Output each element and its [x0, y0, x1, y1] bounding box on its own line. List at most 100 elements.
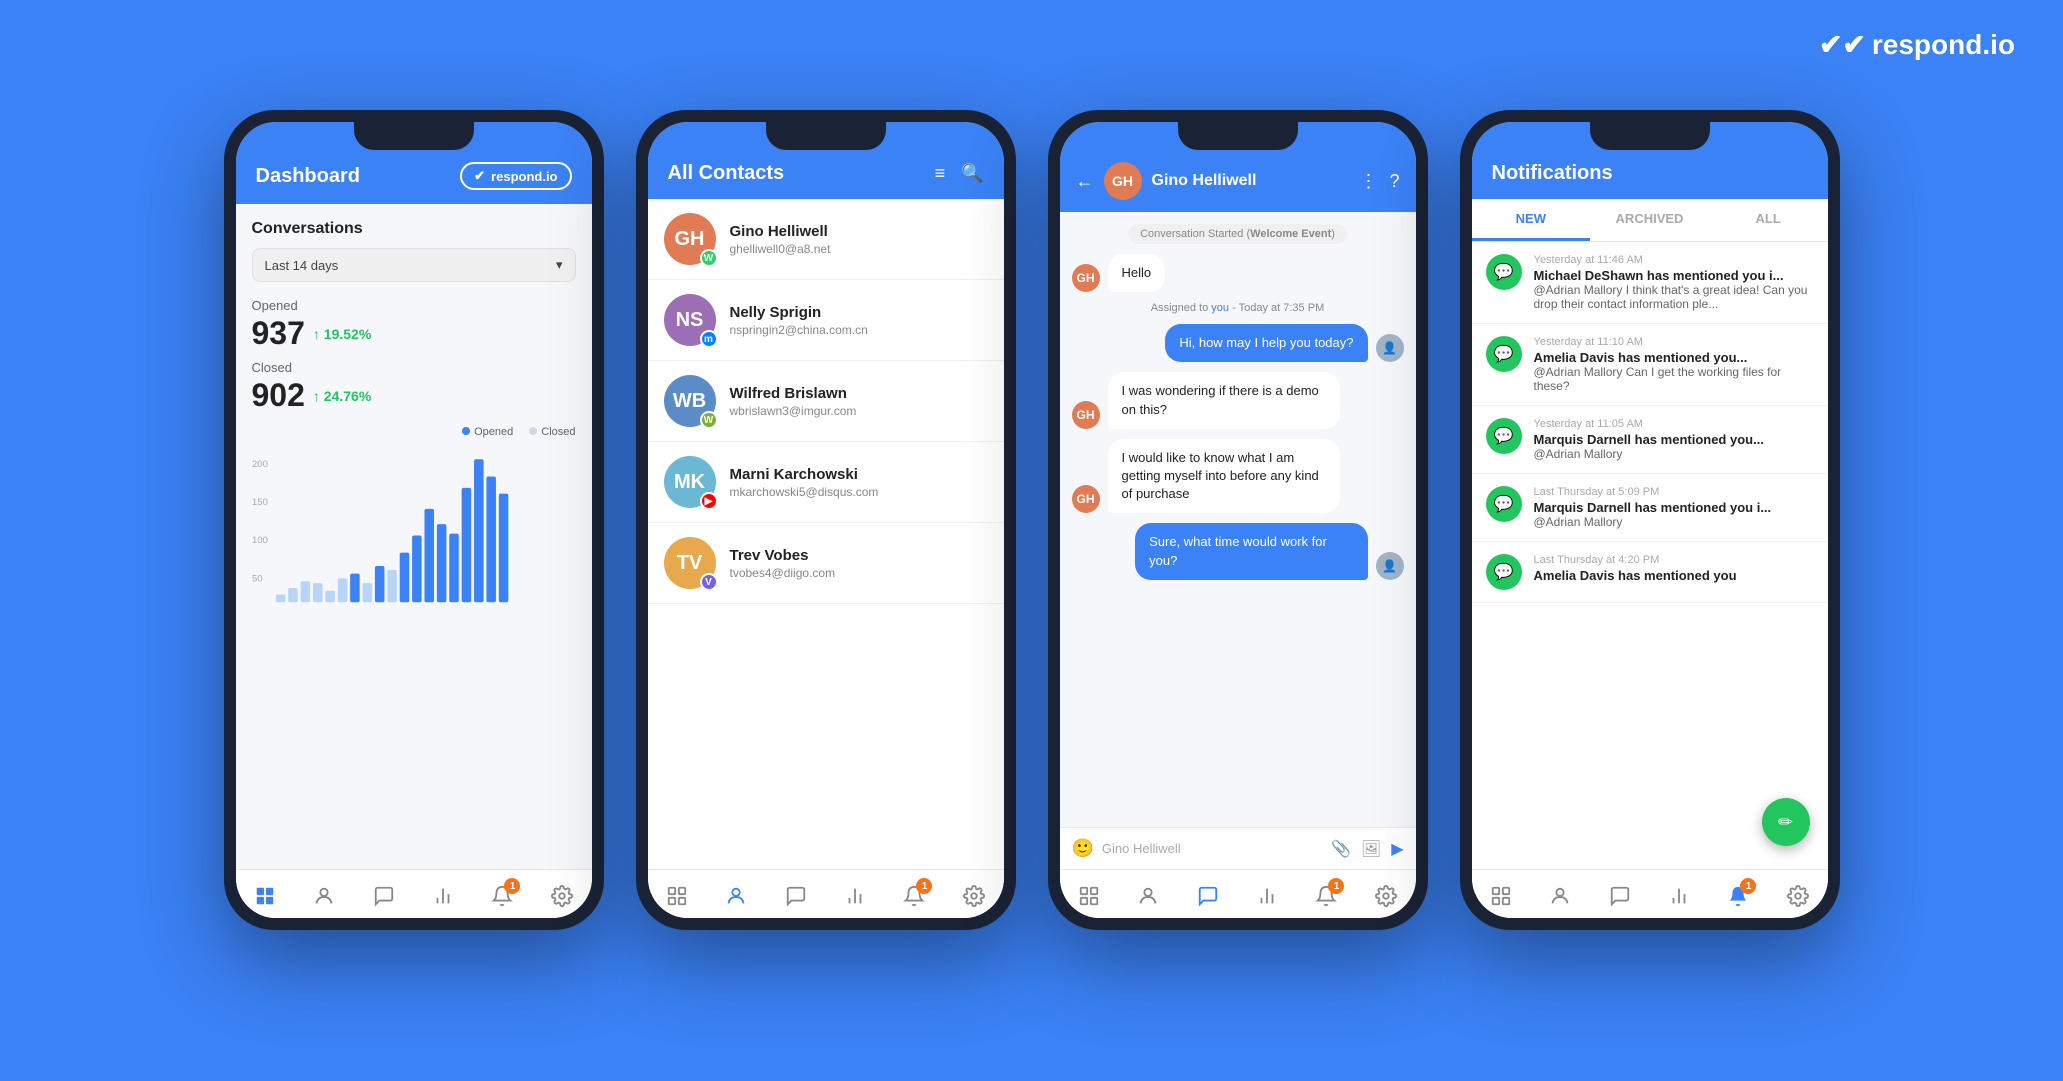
contact-item[interactable]: MK ▶ Marni Karchowski mkarchowski5@disqu… [648, 442, 1004, 523]
notif-item-2[interactable]: 💬 Yesterday at 11:10 AM Amelia Davis has… [1472, 324, 1828, 406]
emoji-icon[interactable]: 🙂 [1072, 838, 1094, 859]
send-icon[interactable]: ▶ [1391, 839, 1403, 859]
msg-help: Hi, how may I help you today? 👤 [1072, 324, 1404, 362]
tab-new[interactable]: NEW [1472, 199, 1591, 241]
filter-icon[interactable]: ≡ [935, 163, 946, 184]
notif-icon-4: 💬 [1486, 486, 1522, 522]
dashboard-body: Conversations Last 14 days ▾ Opened 937 … [236, 204, 592, 869]
nav-settings-icon-4[interactable] [1784, 882, 1812, 910]
contact-info-marni: Marni Karchowski mkarchowski5@disqus.com [730, 466, 988, 499]
chat-nav: 1 [1060, 869, 1416, 918]
notif-icon-2: 💬 [1486, 336, 1522, 372]
nav-messages-icon[interactable] [370, 882, 398, 910]
notifications-title: Notifications [1492, 162, 1613, 184]
nav-notifications-icon[interactable]: 1 [488, 882, 516, 910]
nav-settings-icon-2[interactable] [960, 882, 988, 910]
nav-stats-icon-3[interactable] [1253, 882, 1281, 910]
nav-dashboard-icon-2[interactable] [663, 882, 691, 910]
chevron-down-icon: ▾ [556, 257, 563, 273]
nav-stats-icon-4[interactable] [1665, 882, 1693, 910]
notifications-nav: 1 [1472, 869, 1828, 918]
msg-purchase: GH I would like to know what I am gettin… [1072, 439, 1404, 514]
dashboard-brand-badge: ✔ respond.io [460, 162, 571, 190]
contact-item[interactable]: NS m Nelly Sprigin nspringin2@china.com.… [648, 280, 1004, 361]
notif-icon-3: 💬 [1486, 418, 1522, 454]
notif-icon-1: 💬 [1486, 254, 1522, 290]
back-icon[interactable]: ← [1076, 171, 1094, 192]
nav-notifications-icon-3[interactable]: 1 [1312, 882, 1340, 910]
tab-archived[interactable]: ARCHIVED [1590, 199, 1709, 241]
notif-item-1[interactable]: 💬 Yesterday at 11:46 AM Michael DeShawn … [1472, 242, 1828, 324]
help-icon[interactable]: ? [1389, 171, 1399, 192]
system-msg-welcome: Conversation Started (Welcome Event) [1128, 224, 1347, 244]
notif-text-3: Yesterday at 11:05 AM Marquis Darnell ha… [1534, 418, 1814, 461]
nav-messages-icon-4[interactable] [1606, 882, 1634, 910]
nav-settings-icon[interactable] [548, 882, 576, 910]
nav-messages-icon-2[interactable] [782, 882, 810, 910]
closed-stat: Closed 902 ↑ 24.76% [252, 360, 576, 414]
nav-contacts-icon[interactable] [310, 882, 338, 910]
notif-item-5[interactable]: 💬 Last Thursday at 4:20 PM Amelia Davis … [1472, 542, 1828, 603]
contact-item[interactable]: TV V Trev Vobes tvobes4@diigo.com [648, 523, 1004, 604]
brand-logo: ✔✔ respond.io [1819, 28, 2015, 61]
nav-notifications-icon-4[interactable]: 1 [1724, 882, 1752, 910]
contacts-title: All Contacts [668, 162, 785, 185]
closed-change: ↑ 24.76% [313, 388, 371, 404]
notif-text-1: Yesterday at 11:46 AM Michael DeShawn ha… [1534, 254, 1814, 311]
nav-stats-icon[interactable] [429, 882, 457, 910]
contact-item[interactable]: WB W Wilfred Brislawn wbrislawn3@imgur.c… [648, 361, 1004, 442]
closed-value: 902 [252, 377, 305, 414]
contact-info-trev: Trev Vobes tvobes4@diigo.com [730, 547, 988, 580]
chat-header-icons: ⋮ ? [1359, 171, 1399, 192]
tab-all[interactable]: ALL [1709, 199, 1828, 241]
search-icon[interactable]: 🔍 [961, 163, 983, 184]
notification-tabs: NEW ARCHIVED ALL [1472, 199, 1828, 242]
chat-body: Conversation Started (Welcome Event) GH … [1060, 212, 1416, 827]
notif-item-3[interactable]: 💬 Yesterday at 11:05 AM Marquis Darnell … [1472, 406, 1828, 474]
nav-dashboard-icon-4[interactable] [1487, 882, 1515, 910]
opened-value: 937 [252, 315, 305, 352]
notif-item-4[interactable]: 💬 Last Thursday at 5:09 PM Marquis Darne… [1472, 474, 1828, 542]
nav-notifications-icon-2[interactable]: 1 [900, 882, 928, 910]
contact-item[interactable]: GH W Gino Helliwell ghelliwell0@a8.net [648, 199, 1004, 280]
contact-info-wilfred: Wilfred Brislawn wbrislawn3@imgur.com [730, 385, 988, 418]
nav-contacts-icon-4[interactable] [1546, 882, 1574, 910]
notification-badge: 1 [504, 878, 520, 894]
svg-text:150: 150 [252, 497, 268, 508]
nav-dashboard-icon-3[interactable] [1075, 882, 1103, 910]
notif-text-5: Last Thursday at 4:20 PM Amelia Davis ha… [1534, 554, 1814, 583]
bubble-hello: Hello [1108, 254, 1166, 292]
notif-text-4: Last Thursday at 5:09 PM Marquis Darnell… [1534, 486, 1814, 529]
chat-contact-name: Gino Helliwell [1152, 172, 1350, 190]
nav-contacts-icon-2[interactable] [722, 882, 750, 910]
chat-input-field[interactable]: Gino Helliwell [1102, 841, 1323, 856]
avatar-gino: GH W [664, 213, 716, 265]
date-filter[interactable]: Last 14 days ▾ [252, 248, 576, 282]
nav-stats-icon-2[interactable] [841, 882, 869, 910]
attachment-icon[interactable]: 📎 [1331, 839, 1351, 859]
notification-badge-3: 1 [1328, 878, 1344, 894]
fab-compose-button[interactable]: ✏ [1762, 798, 1810, 846]
chat-contact-avatar: GH [1104, 162, 1142, 200]
phone-dashboard: Dashboard ✔ respond.io Conversations Las… [224, 110, 604, 930]
phone-notch-1 [354, 122, 474, 150]
contact-info-gino: Gino Helliwell ghelliwell0@a8.net [730, 223, 988, 256]
assigned-msg: Assigned to you - Today at 7:35 PM [1151, 302, 1324, 314]
avatar-wilfred: WB W [664, 375, 716, 427]
svg-text:50: 50 [252, 573, 263, 584]
nav-messages-icon-3[interactable] [1194, 882, 1222, 910]
dashboard-title: Dashboard [256, 165, 360, 188]
nav-dashboard-icon[interactable] [251, 882, 279, 910]
bar-chart: 200 150 100 50 [252, 446, 576, 606]
phone-notch-4 [1590, 122, 1710, 150]
image-icon[interactable]: 🖼 [1361, 839, 1381, 859]
svg-text:200: 200 [252, 459, 268, 470]
more-icon[interactable]: ⋮ [1359, 171, 1377, 192]
contacts-header-icons: ≡ 🔍 [935, 163, 984, 184]
phone-notch-3 [1178, 122, 1298, 150]
channel-viber-badge: V [700, 573, 718, 591]
channel-wechat-badge: W [700, 411, 718, 429]
nav-settings-icon-3[interactable] [1372, 882, 1400, 910]
phone-notifications: Notifications NEW ARCHIVED ALL 💬 Yesterd… [1460, 110, 1840, 930]
nav-contacts-icon-3[interactable] [1134, 882, 1162, 910]
